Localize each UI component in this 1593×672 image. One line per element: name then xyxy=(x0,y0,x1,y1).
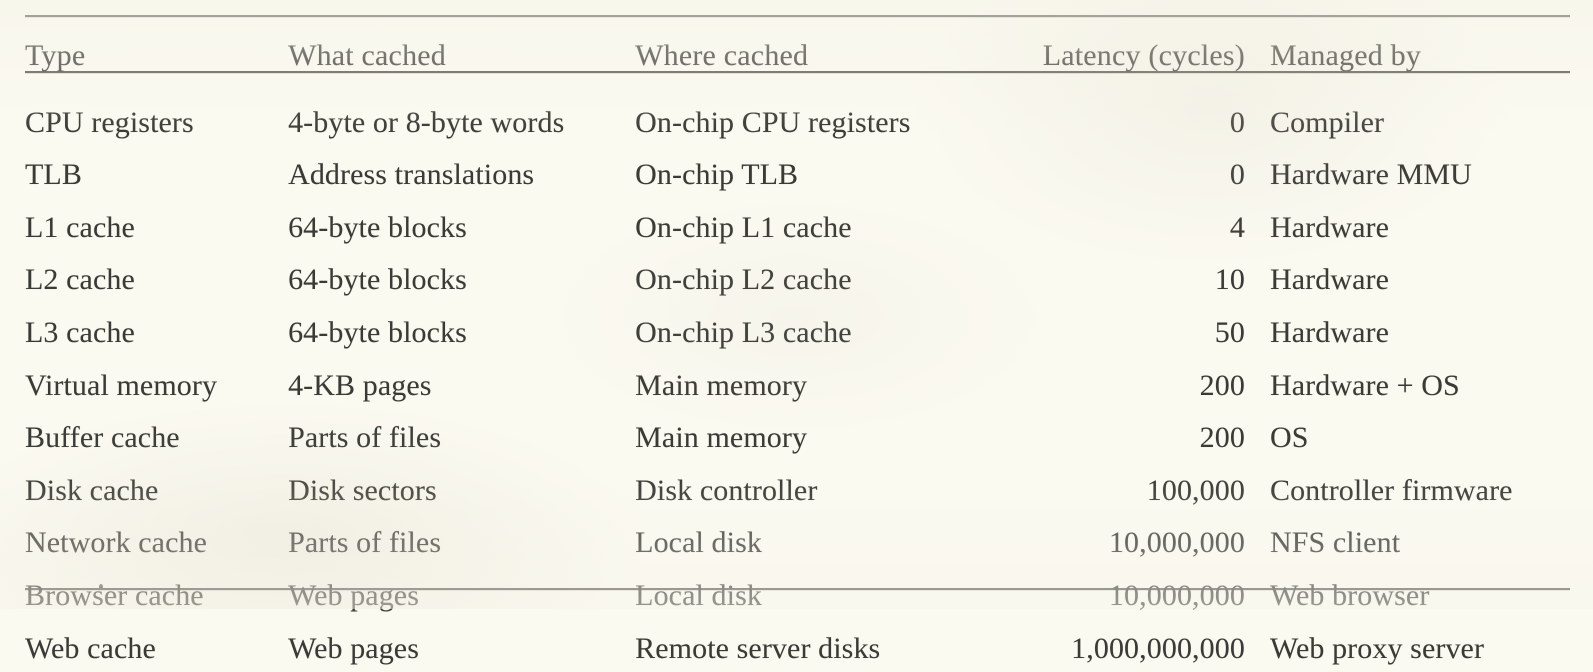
cell-what: 4-byte or 8-byte words xyxy=(288,105,565,139)
cell-managed: Hardware xyxy=(1269,263,1390,297)
cell-what: Web pages xyxy=(288,631,419,665)
cell-type: CPU registers xyxy=(25,105,194,139)
cell-where: On-chip L2 cache xyxy=(635,263,852,297)
cell-type: L2 cache xyxy=(25,263,135,297)
column-header-type: Type xyxy=(25,39,86,72)
table-row: L3 cache 64-byte blocks On-chip L3 cache 50… xyxy=(25,303,1570,356)
cell-managed: Hardware MMU xyxy=(1269,158,1472,192)
cell-managed: Web browser xyxy=(1269,578,1430,612)
cell-type: Browser cache xyxy=(25,578,204,612)
cell-where: Local disk xyxy=(635,526,762,560)
cell-type: Disk cache xyxy=(25,473,159,507)
cell-where: Main memory xyxy=(635,421,808,455)
table-row: Disk cache Disk sectors Disk controller 100… xyxy=(25,461,1570,514)
cache-types-table-container: Type What cached Where cached Latency (c… xyxy=(25,0,1570,663)
cell-type: Network cache xyxy=(25,526,208,560)
cell-latency: 4 xyxy=(1229,210,1245,244)
table-row: CPU registers 4-byte or 8-byte words On-ch… xyxy=(25,81,1570,146)
scan-ink-speck xyxy=(99,584,103,590)
cell-managed: Web proxy server xyxy=(1269,631,1485,665)
cell-latency: 10 xyxy=(1214,263,1245,297)
table-body: CPU registers 4-byte or 8-byte words On-ch… xyxy=(25,81,1570,672)
table-row: Buffer cache Parts of files Main memory 200… xyxy=(25,409,1570,462)
cell-what: 4-KB pages xyxy=(288,368,432,402)
cell-managed: Controller firmware xyxy=(1269,473,1513,507)
cell-where: On-chip L1 cache xyxy=(635,210,852,244)
table-row: L2 cache 64-byte blocks On-chip L2 cache 10… xyxy=(25,251,1570,304)
cell-latency: 0 xyxy=(1229,105,1245,139)
column-header-what-cached: What cached xyxy=(288,39,446,72)
cell-latency: 200 xyxy=(1199,421,1245,455)
cell-managed: Hardware + OS xyxy=(1269,368,1460,402)
cell-managed: Compiler xyxy=(1269,105,1385,139)
cell-where: On-chip L3 cache xyxy=(635,315,852,349)
table-header: Type What cached Where cached Latency (c… xyxy=(25,0,1570,81)
table-row: L1 cache 64-byte blocks On-chip L1 cache 4 H… xyxy=(25,198,1570,251)
cell-type: L1 cache xyxy=(25,210,135,244)
cell-what: 64-byte blocks xyxy=(288,210,467,244)
cell-what: Parts of files xyxy=(288,421,442,455)
table-row: Browser cache Web pages Local disk 10,000,0… xyxy=(25,566,1570,619)
cell-managed: Hardware xyxy=(1269,315,1390,349)
cell-type: Virtual memory xyxy=(25,368,218,402)
table-header-row: Type What cached Where cached Latency (c… xyxy=(25,0,1570,81)
cell-managed: NFS client xyxy=(1269,526,1401,560)
cache-types-table: Type What cached Where cached Latency (c… xyxy=(25,0,1570,672)
cell-latency: 1,000,000,000 xyxy=(1071,631,1245,665)
column-header-where-cached: Where cached xyxy=(635,39,809,72)
cell-latency: 50 xyxy=(1214,315,1245,349)
cell-type: Buffer cache xyxy=(25,421,180,455)
cell-where: On-chip CPU registers xyxy=(635,105,911,139)
cell-where: Local disk xyxy=(635,578,762,612)
cell-type: L3 cache xyxy=(25,315,135,349)
cell-type: Web cache xyxy=(25,631,156,665)
table-row: TLB Address translations On-chip TLB 0 Hardw… xyxy=(25,146,1570,199)
cell-what: Parts of files xyxy=(288,526,442,560)
column-header-latency: Latency (cycles) xyxy=(1004,0,1245,81)
table-row: Virtual memory 4-KB pages Main memory 200 Ha… xyxy=(25,356,1570,409)
cell-what: 64-byte blocks xyxy=(288,315,467,349)
cell-where: Remote server disks xyxy=(635,631,881,665)
cell-managed: Hardware xyxy=(1269,210,1390,244)
cell-where: On-chip TLB xyxy=(635,158,799,192)
cell-what: Disk sectors xyxy=(288,473,437,507)
cell-what: Web pages xyxy=(288,578,419,612)
column-header-managed-by: Managed by xyxy=(1269,39,1422,72)
cell-latency: 10,000,000 xyxy=(1108,526,1245,560)
cell-managed: OS xyxy=(1269,421,1309,455)
table-row: Network cache Parts of files Local disk 10,… xyxy=(25,514,1570,567)
cell-latency: 100,000 xyxy=(1146,473,1245,507)
cell-latency: 200 xyxy=(1199,368,1245,402)
column-header-latency-label: Latency (cycles) xyxy=(1042,39,1245,72)
cell-type: TLB xyxy=(25,158,82,192)
cell-what: Address translations xyxy=(288,158,535,192)
table-row: Web cache Web pages Remote server disks 1,0… xyxy=(25,619,1570,672)
cell-where: Disk controller xyxy=(635,473,818,507)
cell-latency: 0 xyxy=(1229,158,1245,192)
cell-latency: 10,000,000 xyxy=(1108,578,1245,612)
cell-where: Main memory xyxy=(635,368,808,402)
cell-what: 64-byte blocks xyxy=(288,263,467,297)
